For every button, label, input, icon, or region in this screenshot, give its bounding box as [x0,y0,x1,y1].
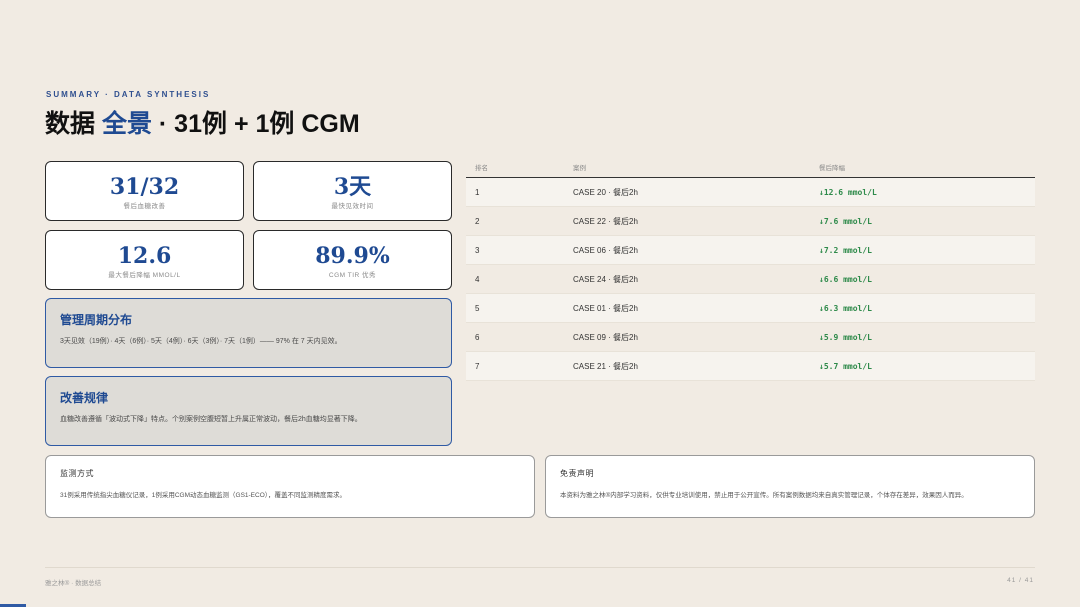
stat-value: 12.6 [117,243,172,269]
note-text: 31例采用传统指尖血糖仪记录，1例采用CGM动态血糖监测（GS1-ECO），覆盖… [60,492,347,499]
table-row: 4 CASE 24 · 餐后2h ↓6.6 mmol/L [466,265,1035,294]
row-drop: ↓6.6 mmol/L [819,274,872,284]
title-suffix: · 31例 + 1例 CGM [151,110,360,138]
row-case: CASE 06 · 餐后2h [573,245,638,255]
table-row: 7 CASE 21 · 餐后2h ↓5.7 mmol/L [466,352,1035,381]
title-prefix: 数据 [45,110,102,138]
header-case: 案例 [573,164,586,172]
panel-text: 3天见效（19例）· 4天（6例）· 5天（4例）· 6天（3例）· 7天（1例… [60,338,342,345]
panel-text: 血糖改善遵循「波动式下降」特点。个别案例空腹短暂上升属正常波动，餐后2h血糖均显… [60,416,362,423]
note-title: 免责声明 [560,469,594,478]
panel-cycle-distribution: 管理周期分布 3天见效（19例）· 4天（6例）· 5天（4例）· 6天（3例）… [45,298,452,368]
footer-brand: 雅之林® · 数据总结 [45,580,102,587]
row-rank: 3 [475,245,480,255]
title-accent: 全景 [101,110,152,138]
panel-title: 改善规律 [60,391,109,405]
stat-card-fastest: 3天 最快见效时间 [253,161,452,221]
row-case: CASE 20 · 餐后2h [573,187,638,197]
table-row: 5 CASE 01 · 餐后2h ↓6.3 mmol/L [466,294,1035,323]
row-drop: ↓6.3 mmol/L [819,303,872,313]
row-rank: 6 [475,332,480,342]
panel-title: 管理周期分布 [60,313,133,327]
stat-label: CGM TIR 优秀 [328,272,377,279]
table-row: 3 CASE 06 · 餐后2h ↓7.2 mmol/L [466,236,1035,265]
stat-label: 餐后血糖改善 [123,203,166,210]
note-monitoring-method: 监测方式 31例采用传统指尖血糖仪记录，1例采用CGM动态血糖监测（GS1-EC… [45,455,535,518]
row-case: CASE 21 · 餐后2h [573,361,638,371]
row-rank: 2 [475,216,480,226]
row-case: CASE 24 · 餐后2h [573,274,638,284]
stat-label: 最大餐后降幅 MMOL/L [108,272,181,279]
stat-value: 3天 [333,174,372,200]
stat-value: 89.9% [315,243,390,269]
header-drop: 餐后降幅 [819,164,845,172]
ranking-table: 排名 案例 餐后降幅 1 CASE 20 · 餐后2h ↓12.6 mmol/L… [466,156,1035,381]
stat-label: 最快见效时间 [331,203,374,210]
note-text: 本资料为雅之林®内部学习资料，仅供专业培训使用，禁止用于公开宣传。所有案例数据均… [560,492,968,499]
stat-card-max-drop: 12.6 最大餐后降幅 MMOL/L [45,230,244,290]
row-case: CASE 22 · 餐后2h [573,216,638,226]
row-rank: 5 [475,303,480,313]
row-drop: ↓7.6 mmol/L [819,216,872,226]
stat-value: 31/32 [109,174,180,200]
row-case: CASE 09 · 餐后2h [573,332,638,342]
footer-divider [45,567,1035,568]
stat-card-tir: 89.9% CGM TIR 优秀 [253,230,452,290]
table-header: 排名 案例 餐后降幅 [466,156,1035,178]
section-eyebrow: SUMMARY · DATA SYNTHESIS [46,90,211,99]
table-row: 1 CASE 20 · 餐后2h ↓12.6 mmol/L [466,178,1035,207]
page-title: 数据 全景 · 31例 + 1例 CGM [45,104,360,140]
row-case: CASE 01 · 餐后2h [573,303,638,313]
row-rank: 7 [475,361,480,371]
table-row: 2 CASE 22 · 餐后2h ↓7.6 mmol/L [466,207,1035,236]
row-rank: 4 [475,274,480,284]
row-drop: ↓5.9 mmol/L [819,332,872,342]
page-number: 41 / 41 [1007,577,1034,584]
note-disclaimer: 免责声明 本资料为雅之林®内部学习资料，仅供专业培训使用，禁止用于公开宣传。所有… [545,455,1035,518]
row-drop: ↓5.7 mmol/L [819,361,872,371]
row-drop: ↓12.6 mmol/L [819,187,877,197]
stat-card-improved: 31/32 餐后血糖改善 [45,161,244,221]
panel-improvement-pattern: 改善规律 血糖改善遵循「波动式下降」特点。个别案例空腹短暂上升属正常波动，餐后2… [45,376,452,446]
table-row: 6 CASE 09 · 餐后2h ↓5.9 mmol/L [466,323,1035,352]
header-rank: 排名 [475,164,488,172]
note-title: 监测方式 [60,469,94,478]
row-drop: ↓7.2 mmol/L [819,245,872,255]
row-rank: 1 [475,187,480,197]
